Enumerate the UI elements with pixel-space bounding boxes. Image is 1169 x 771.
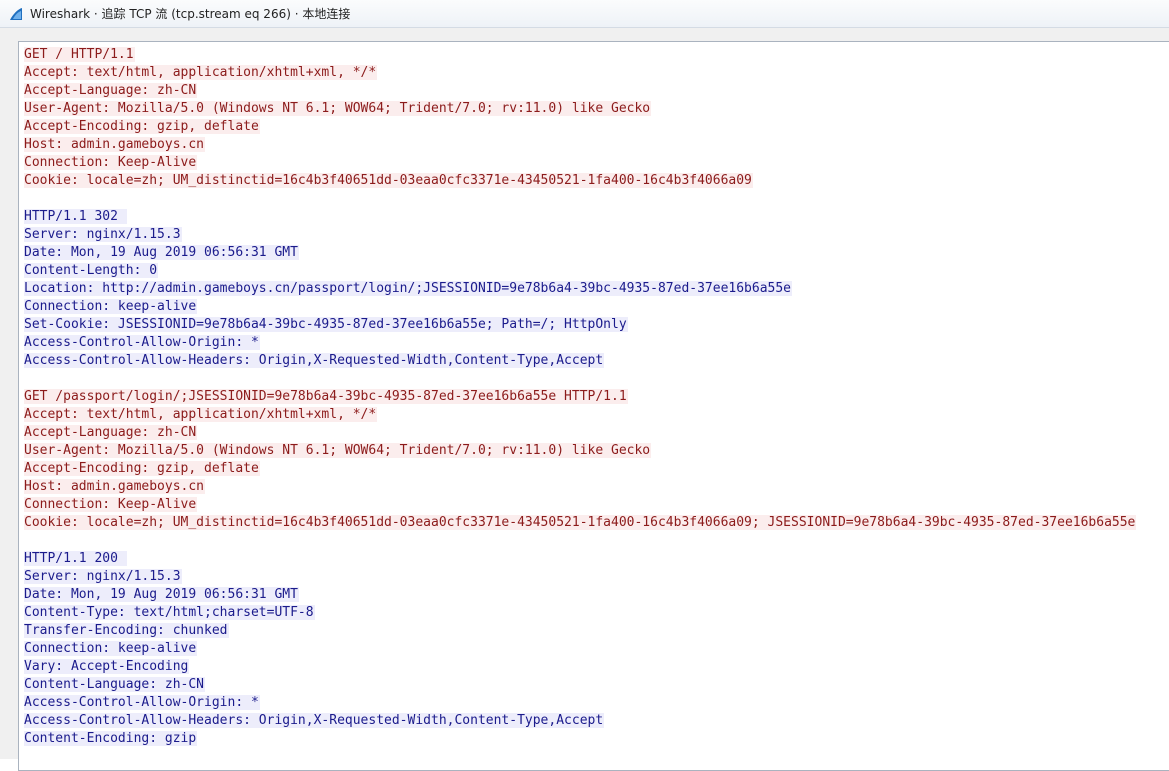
stream-line-text: User-Agent: Mozilla/5.0 (Windows NT 6.1;…: [24, 101, 652, 116]
client-stream-line: Accept-Encoding: gzip, deflate: [24, 118, 1136, 136]
stream-line-text: HTTP/1.1 200: [24, 551, 127, 566]
stream-line-text: Connection: Keep-Alive: [24, 155, 198, 170]
stream-line-text: Server: nginx/1.15.3: [24, 227, 182, 242]
stream-line-text: Connection: keep-alive: [24, 641, 198, 656]
stream-line-text: Access-Control-Allow-Origin: *: [24, 335, 260, 350]
stream-line-text: Content-Encoding: gzip: [24, 731, 198, 746]
window-titlebar[interactable]: Wireshark · 追踪 TCP 流 (tcp.stream eq 266)…: [0, 0, 1169, 28]
stream-line-text: Accept-Encoding: gzip, deflate: [24, 461, 260, 476]
stream-line-text: Connection: Keep-Alive: [24, 497, 198, 512]
stream-line-text: Cookie: locale=zh; UM_distinctid=16c4b3f…: [24, 515, 1137, 530]
stream-content: GET / HTTP/1.1 Accept: text/html, applica…: [24, 46, 1137, 748]
client-stream-line: Accept-Encoding: gzip, deflate: [24, 460, 1136, 478]
server-stream-line: Access-Control-Allow-Headers: Origin,X-R…: [24, 712, 1136, 730]
client-stream-line: Accept: text/html, application/xhtml+xml…: [24, 64, 1136, 82]
stream-line-text: Connection: keep-alive: [24, 299, 198, 314]
server-stream-line: Connection: keep-alive: [24, 298, 1136, 316]
server-stream-line: Server: nginx/1.15.3: [24, 226, 1136, 244]
stream-line-text: Cookie: locale=zh; UM_distinctid=16c4b3f…: [24, 173, 753, 188]
server-stream-line: Access-Control-Allow-Origin: *: [24, 334, 1136, 352]
stream-line-text: Accept-Language: zh-CN: [24, 425, 198, 440]
server-stream-line: Content-Language: zh-CN: [24, 676, 1136, 694]
stream-line-text: Accept: text/html, application/xhtml+xml…: [24, 65, 378, 80]
client-stream-line: User-Agent: Mozilla/5.0 (Windows NT 6.1;…: [24, 100, 1136, 118]
server-response-block: HTTP/1.1 200 Server: nginx/1.15.3 Date: M…: [24, 550, 1136, 748]
client-stream-line: GET /passport/login/;JSESSIONID=9e78b6a4…: [24, 388, 1136, 406]
tcp-stream-text-area[interactable]: GET / HTTP/1.1 Accept: text/html, applica…: [18, 41, 1169, 771]
stream-line-text: Content-Type: text/html;charset=UTF-8: [24, 605, 315, 620]
stream-line-text: User-Agent: Mozilla/5.0 (Windows NT 6.1;…: [24, 443, 652, 458]
block-separator: [24, 532, 1136, 550]
stream-line-text: Content-Language: zh-CN: [24, 677, 206, 692]
server-stream-line: Vary: Accept-Encoding: [24, 658, 1136, 676]
server-stream-line: Access-Control-Allow-Origin: *: [24, 694, 1136, 712]
client-stream-line: Accept: text/html, application/xhtml+xml…: [24, 406, 1136, 424]
stream-line-text: Host: admin.gameboys.cn: [24, 137, 206, 152]
stream-line-text: Access-Control-Allow-Headers: Origin,X-R…: [24, 353, 605, 368]
stream-line-text: GET /passport/login/;JSESSIONID=9e78b6a4…: [24, 389, 628, 404]
server-response-block: HTTP/1.1 302 Server: nginx/1.15.3 Date: M…: [24, 208, 1136, 370]
stream-line-text: Accept-Encoding: gzip, deflate: [24, 119, 260, 134]
server-stream-line: HTTP/1.1 200: [24, 550, 1136, 568]
stream-line-text: Vary: Accept-Encoding: [24, 659, 190, 674]
stream-line-text: HTTP/1.1 302: [24, 209, 127, 224]
server-stream-line: Access-Control-Allow-Headers: Origin,X-R…: [24, 352, 1136, 370]
server-stream-line: Content-Length: 0: [24, 262, 1136, 280]
stream-line-text: Location: http://admin.gameboys.cn/passp…: [24, 281, 793, 296]
server-stream-line: Date: Mon, 19 Aug 2019 06:56:31 GMT: [24, 244, 1136, 262]
server-stream-line: HTTP/1.1 302: [24, 208, 1136, 226]
server-stream-line: Content-Encoding: gzip: [24, 730, 1136, 748]
client-stream-line: GET / HTTP/1.1: [24, 46, 1136, 64]
wireshark-fin-icon: [10, 7, 22, 20]
stream-line-text: Accept-Language: zh-CN: [24, 83, 198, 98]
stream-line-text: Access-Control-Allow-Headers: Origin,X-R…: [24, 713, 605, 728]
server-stream-line: Connection: keep-alive: [24, 640, 1136, 658]
stream-line-text: Date: Mon, 19 Aug 2019 06:56:31 GMT: [24, 587, 299, 602]
stream-line-text: Transfer-Encoding: chunked: [24, 623, 229, 638]
server-stream-line: Date: Mon, 19 Aug 2019 06:56:31 GMT: [24, 586, 1136, 604]
client-stream-line: Host: admin.gameboys.cn: [24, 478, 1136, 496]
client-stream-line: Cookie: locale=zh; UM_distinctid=16c4b3f…: [24, 172, 1136, 190]
stream-line-text: Content-Length: 0: [24, 263, 159, 278]
stream-line-text: GET / HTTP/1.1: [24, 47, 135, 62]
client-stream-line: Connection: Keep-Alive: [24, 496, 1136, 514]
client-stream-line: User-Agent: Mozilla/5.0 (Windows NT 6.1;…: [24, 442, 1136, 460]
stream-line-text: Accept: text/html, application/xhtml+xml…: [24, 407, 378, 422]
client-stream-line: Connection: Keep-Alive: [24, 154, 1136, 172]
window-title: Wireshark · 追踪 TCP 流 (tcp.stream eq 266)…: [30, 7, 351, 21]
stream-line-text: Access-Control-Allow-Origin: *: [24, 695, 260, 710]
client-stream-line: Host: admin.gameboys.cn: [24, 136, 1136, 154]
server-stream-line: Transfer-Encoding: chunked: [24, 622, 1136, 640]
client-request-block: GET /passport/login/;JSESSIONID=9e78b6a4…: [24, 388, 1137, 532]
client-stream-line: Cookie: locale=zh; UM_distinctid=16c4b3f…: [24, 514, 1137, 532]
server-stream-line: Server: nginx/1.15.3: [24, 568, 1136, 586]
server-stream-line: Location: http://admin.gameboys.cn/passp…: [24, 280, 1136, 298]
stream-line-text: Date: Mon, 19 Aug 2019 06:56:31 GMT: [24, 245, 299, 260]
stream-line-text: Host: admin.gameboys.cn: [24, 479, 206, 494]
client-stream-line: Accept-Language: zh-CN: [24, 424, 1136, 442]
server-stream-line: Content-Type: text/html;charset=UTF-8: [24, 604, 1136, 622]
block-separator: [24, 190, 1136, 208]
stream-line-text: Server: nginx/1.15.3: [24, 569, 182, 584]
dialog-body: GET / HTTP/1.1 Accept: text/html, applica…: [0, 28, 1169, 771]
stream-line-text: Set-Cookie: JSESSIONID=9e78b6a4-39bc-493…: [24, 317, 628, 332]
block-separator: [24, 370, 1136, 388]
server-stream-line: Set-Cookie: JSESSIONID=9e78b6a4-39bc-493…: [24, 316, 1136, 334]
client-stream-line: Accept-Language: zh-CN: [24, 82, 1136, 100]
client-request-block: GET / HTTP/1.1 Accept: text/html, applica…: [24, 46, 1136, 190]
